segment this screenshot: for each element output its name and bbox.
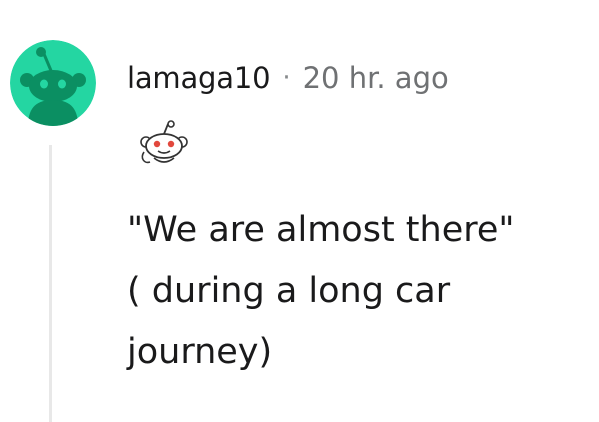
username-link[interactable]: lamaga10 — [127, 54, 271, 102]
comment-body: "We are almost there" ( during a long ca… — [127, 200, 587, 383]
thread-line[interactable] — [49, 145, 52, 422]
snoo-avatar-icon — [10, 40, 96, 126]
comment-line: ( during a long car — [127, 271, 451, 311]
meta-separator: · — [282, 63, 291, 93]
comment-line: journey) — [127, 332, 273, 372]
avatar[interactable] — [10, 40, 96, 126]
snoo-award-icon[interactable] — [134, 120, 194, 170]
comment-line: "We are almost there" — [127, 210, 515, 250]
comment-header: lamaga10 · 20 hr. ago — [127, 54, 449, 102]
timestamp[interactable]: 20 hr. ago — [303, 54, 449, 102]
